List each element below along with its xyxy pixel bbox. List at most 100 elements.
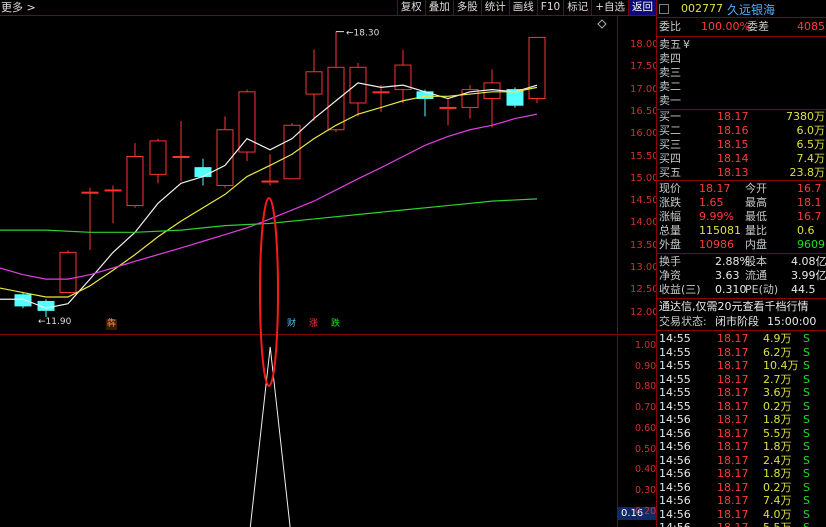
- tick-price: 18.17: [717, 440, 749, 453]
- toolbar-button[interactable]: 统计: [480, 0, 509, 15]
- buy-level-price: 18.13: [717, 166, 749, 179]
- tick-price: 18.17: [717, 480, 749, 494]
- stat-label: 股本: [745, 255, 767, 268]
- tick-time: 14:55: [659, 386, 691, 399]
- candlestick-chart[interactable]: ←18.30 ←11.90: [0, 16, 617, 333]
- tick-volume: 4.9万: [763, 332, 792, 345]
- ratio-value: 100.00%: [701, 20, 750, 33]
- tick-volume: 2.7万: [763, 372, 792, 386]
- chart-toolbar: 更多 > 复权 叠加 多股 统计 画线 F10 标记 +自选 返回: [0, 0, 656, 16]
- stat-value: 3.99亿: [791, 269, 826, 282]
- sell-level-row: 卖二: [657, 80, 826, 94]
- tick-time: 14:56: [659, 440, 691, 453]
- stat-label: 净资: [659, 269, 681, 282]
- signal-ben: 犇: [106, 319, 118, 330]
- buy-level-volume: 6.0万: [796, 124, 826, 137]
- stat-value: 44.5: [791, 283, 816, 296]
- candle-body: [349, 66, 367, 104]
- tick-time: 14:55: [659, 332, 691, 345]
- tick-time: 14:55: [659, 359, 691, 372]
- tick-row: 14:56 18.17 1.8万 S: [657, 467, 826, 481]
- stat-value: 10986: [699, 238, 734, 251]
- indicator-tick-label: 0.80: [635, 381, 657, 393]
- candle-body: [81, 191, 99, 194]
- price-tick-label: 12.50: [630, 284, 659, 296]
- buy-level-price: 18.17: [717, 110, 749, 123]
- tick-price: 18.17: [717, 467, 749, 480]
- tick-row: 14:55 18.17 6.2万 S: [657, 346, 826, 360]
- buy-level-volume: 23.8万: [789, 166, 826, 179]
- price-tick-label: 18.00: [630, 39, 659, 50]
- sell-level-label: 卖一: [659, 94, 681, 107]
- tick-row: 14:56 18.17 1.8万 S: [657, 440, 826, 454]
- panel-toggle-icon[interactable]: [659, 4, 669, 14]
- tick-row: 14:55 18.17 3.6万 S: [657, 386, 826, 400]
- tick-price: 18.17: [717, 521, 749, 527]
- candle-body: [149, 140, 167, 175]
- toolbar-button[interactable]: +自选: [591, 0, 628, 15]
- sell-level-row: 卖五 ¥: [657, 38, 826, 52]
- candle-body: [372, 91, 390, 94]
- tick-time: 14:56: [659, 426, 691, 440]
- buy-level-row: 买二 18.16 6.0万: [657, 124, 826, 138]
- notice-text[interactable]: 通达信,仅需20元查看千档行情: [659, 300, 809, 314]
- candle-body: [327, 66, 345, 131]
- stat-value: 115081: [699, 224, 741, 237]
- signal-die: 跌: [331, 319, 341, 329]
- candle-body: [305, 71, 323, 95]
- upgrade-notice[interactable]: 通达信,仅需20元查看千档行情: [657, 300, 826, 314]
- price-tick-label: 14.00: [630, 217, 659, 229]
- toolbar-button[interactable]: 画线: [508, 0, 537, 15]
- candle-body: [194, 167, 212, 178]
- stat-label: PE(动): [745, 283, 779, 296]
- stat-label: 内盘: [745, 238, 767, 251]
- tick-side: S: [803, 453, 810, 467]
- tick-price: 18.17: [717, 426, 749, 440]
- stat-value: 4.08亿: [791, 255, 826, 268]
- stat-row: 净资 3.63 流通 3.99亿: [657, 269, 826, 283]
- stat-value: 3.63: [715, 269, 740, 282]
- price-tick-label: 15.50: [630, 150, 659, 162]
- buy-level-price: 18.14: [717, 152, 749, 165]
- buy-level-volume: 7380万: [786, 110, 825, 123]
- toolbar-button[interactable]: 多股: [452, 0, 481, 15]
- buy-level-label: 买四: [659, 152, 681, 165]
- stat-value: 9609: [797, 238, 825, 251]
- tick-volume: 10.4万: [763, 359, 799, 372]
- tick-row: 14:55 18.17 0.2万 S: [657, 400, 826, 414]
- toolbar-button[interactable]: F10: [536, 0, 564, 15]
- tick-volume: 3.6万: [763, 386, 792, 399]
- stock-name[interactable]: 久远银海: [727, 1, 775, 18]
- tick-price: 18.17: [717, 332, 749, 345]
- candle-body: [59, 251, 77, 294]
- tick-price: 18.17: [717, 413, 749, 426]
- stat-value: 9.99%: [699, 210, 734, 223]
- toolbar-button[interactable]: 标记: [563, 0, 592, 15]
- toolbar-button[interactable]: 返回: [628, 0, 656, 15]
- ratio-label: 委比: [659, 20, 681, 33]
- buy-level-label: 买一: [659, 110, 681, 123]
- stat-label: 涨跌: [659, 196, 681, 209]
- tick-time: 14:56: [659, 521, 691, 527]
- buy-level-label: 买三: [659, 138, 681, 151]
- sell-level-label: 卖四: [659, 52, 681, 65]
- tick-side: S: [803, 359, 810, 372]
- tick-side: S: [803, 521, 810, 527]
- candle-body: [528, 36, 546, 100]
- toolbar-button[interactable]: 叠加: [424, 0, 453, 15]
- tick-volume: 2.4万: [763, 453, 792, 467]
- tick-side: S: [803, 507, 810, 521]
- indicator-axis: 0.16 1.00 0.90 0.80 0.70 0.60 0.50 0.40 0.30 0.2…: [617, 334, 656, 527]
- tick-row: 14:55 18.17 4.9万 S: [657, 332, 826, 346]
- tick-volume: 6.2万: [763, 345, 792, 359]
- indicator-chart[interactable]: [0, 334, 617, 527]
- toolbar-button[interactable]: 复权: [396, 0, 425, 15]
- candle-body: [439, 106, 457, 109]
- stat-label: 换手: [659, 255, 681, 268]
- buy-level-volume: 7.4万: [796, 152, 826, 165]
- price-tick-label: 16.50: [630, 105, 659, 117]
- more-button[interactable]: 更多 >: [0, 1, 36, 15]
- tick-volume: 1.8万: [763, 440, 792, 453]
- highlight-ellipse: [259, 197, 279, 387]
- tick-side: S: [803, 399, 810, 413]
